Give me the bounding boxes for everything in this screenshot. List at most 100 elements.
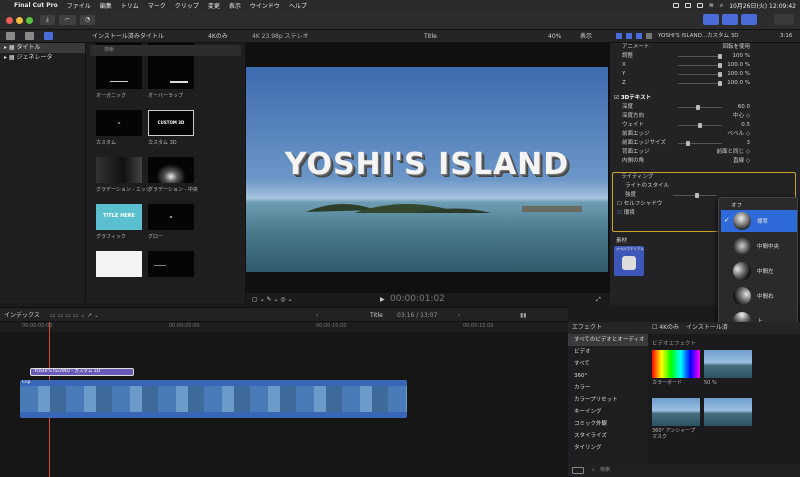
menu-item[interactable]: マーク <box>148 1 166 10</box>
browser-toggle-icon[interactable] <box>572 467 584 474</box>
menu-item[interactable]: 変更 <box>208 1 220 10</box>
inspector-toggle-button[interactable] <box>741 14 757 25</box>
inspector-row[interactable]: 深度方向 中心 ◇ <box>610 112 800 121</box>
photos-icon[interactable] <box>25 32 34 40</box>
title-thumbnail[interactable] <box>96 63 142 89</box>
battery-icon[interactable] <box>696 3 703 8</box>
zoom-menu[interactable]: 40% <box>548 30 561 43</box>
material-thumbnail[interactable]: オペルマテリアル <box>614 246 644 276</box>
effect-thumbnail[interactable] <box>704 398 752 426</box>
browser-toggle-button[interactable] <box>703 14 719 25</box>
media-icon[interactable] <box>6 32 15 40</box>
inspector-row[interactable]: アニメート 回転を使用 <box>610 43 800 52</box>
title-thumbnail[interactable] <box>96 110 142 136</box>
inspector-row[interactable]: 内側の角 直線 ◇ <box>610 157 800 166</box>
inspector-row[interactable]: 深度 60.0 <box>610 103 800 112</box>
light-menu-item[interactable]: 中間右 <box>721 285 797 307</box>
transform-icon[interactable]: ▢ ⌄ ✎ ⌄ ◎ ⌄ <box>252 296 293 303</box>
inspector-row[interactable]: Z 100.0 % <box>610 79 800 88</box>
effects-category[interactable]: カラープリセット <box>568 394 648 406</box>
inspector-row-value[interactable]: 中心 ◇ <box>733 112 750 121</box>
slider-knob[interactable] <box>696 105 700 110</box>
audio-icon[interactable]: ▮▮ <box>520 308 527 323</box>
video-frame[interactable]: YOSHI'S ISLAND <box>246 67 608 272</box>
title-thumbnail[interactable] <box>148 63 194 89</box>
title-thumbnail[interactable] <box>148 251 194 277</box>
title-thumbnail[interactable] <box>148 204 194 230</box>
light-menu-item[interactable]: 中間中央 <box>721 235 797 257</box>
light-menu-item[interactable]: 中間左 <box>721 260 797 282</box>
sidebar-item-titles[interactable]: ▸ ▦ タイトル <box>0 43 85 53</box>
effects-category[interactable]: タイリング <box>568 442 648 454</box>
sidebar-item-generators[interactable]: ▸ ▦ ジェネレータ <box>0 53 85 63</box>
menu-item[interactable]: 編集 <box>100 1 112 10</box>
effect-thumbnail[interactable] <box>704 350 752 378</box>
title-thumbnail[interactable] <box>148 157 194 183</box>
timeline-toggle-button[interactable] <box>722 14 738 25</box>
lighting-header[interactable]: ライティング <box>613 173 795 182</box>
inspector-slider[interactable] <box>678 123 722 128</box>
title-inspector-icon[interactable] <box>626 33 632 39</box>
inspector-row-value[interactable]: 前面と同じ ◇ <box>717 148 750 157</box>
slider-knob[interactable] <box>718 72 722 77</box>
effects-category[interactable]: すべてのビデオとオーディオ <box>568 334 648 346</box>
inspector-row[interactable]: 前面エッジサイズ 3 <box>610 139 800 148</box>
effects-category[interactable]: 360° <box>568 370 648 382</box>
section-3d-text[interactable]: ☑ 3Dテキスト <box>610 94 800 103</box>
inspector-slider[interactable] <box>678 81 722 86</box>
light-menu-header[interactable]: オフ <box>731 201 742 209</box>
timeline[interactable]: YOSHI'S ISLAND - カスタム 3D Clip <box>0 322 568 477</box>
inspector-row[interactable]: ウェイト 0.5 <box>610 121 800 130</box>
title-thumbnail[interactable]: TITLE HERE <box>96 204 142 230</box>
text-inspector-icon[interactable] <box>616 33 622 39</box>
clock[interactable]: 10月26日(火) 12:09:42 <box>729 1 796 10</box>
edit-tools-icon[interactable]: ▭ ▭ ▭ ▭ ⌄ ➚ ⌄ <box>50 308 99 323</box>
slider-knob[interactable] <box>718 81 722 86</box>
effects-category[interactable]: ビデオ <box>568 346 648 358</box>
effects-category[interactable]: すべて <box>568 358 648 370</box>
background-tasks-button[interactable]: ◔ <box>80 15 95 25</box>
inspector-slider[interactable] <box>678 54 722 59</box>
viewer-title-text[interactable]: YOSHI'S ISLAND <box>246 147 608 182</box>
light-style-row[interactable]: ライトのスタイル <box>613 182 795 191</box>
inspector-row[interactable]: 前面エッジ ベベル ◇ <box>610 130 800 139</box>
menu-item[interactable]: 表示 <box>229 1 241 10</box>
menu-item[interactable]: ヘルプ <box>289 1 307 10</box>
slider-knob[interactable] <box>698 123 702 128</box>
minimize-window-button[interactable] <box>16 17 23 24</box>
effects-category[interactable]: キーイング <box>568 406 648 418</box>
video-clip[interactable]: Clip <box>20 380 407 418</box>
fullscreen-icon[interactable]: ⤢ <box>596 296 601 304</box>
zoom-window-button[interactable] <box>26 17 33 24</box>
inspector-slider[interactable] <box>678 63 722 68</box>
menu-app[interactable]: Final Cut Pro <box>14 2 58 9</box>
keyword-button[interactable]: ⌐ <box>59 15 76 25</box>
slider-knob[interactable] <box>718 63 722 68</box>
timeline-ruler[interactable]: 00:00:00:00 00:00:05:00 00:00:10:00 00:00:1… <box>0 322 568 332</box>
effects-category[interactable]: カラー <box>568 382 648 394</box>
project-name[interactable]: Title <box>370 308 383 323</box>
effects-category[interactable]: コミック外観 <box>568 418 648 430</box>
effects-category[interactable]: スタイライズ <box>568 430 648 442</box>
menu-item[interactable]: トリム <box>121 1 139 10</box>
search-input[interactable]: 検索 <box>90 45 241 56</box>
view-menu[interactable]: 表示 <box>580 30 592 43</box>
title-clip[interactable]: YOSHI'S ISLAND - カスタム 3D <box>30 368 134 376</box>
filter-4k[interactable]: 4Kのみ <box>208 30 228 43</box>
info-inspector-icon[interactable] <box>646 33 652 39</box>
inspector-slider[interactable] <box>678 72 722 77</box>
inspector-row-value[interactable]: 回転を使用 <box>722 43 750 52</box>
inspector-row[interactable]: 背面エッジ 前面と同じ ◇ <box>610 148 800 157</box>
effects-search-input[interactable]: 検索 <box>600 464 610 477</box>
light-menu-item[interactable]: ✓ 標準 <box>721 210 797 232</box>
back-icon[interactable]: ‹ <box>316 308 318 323</box>
menu-item[interactable]: ウインドウ <box>250 1 280 10</box>
effect-thumbnail[interactable] <box>652 350 700 378</box>
forward-icon[interactable]: › <box>458 308 460 323</box>
status-icon[interactable] <box>672 3 679 8</box>
title-thumbnail[interactable] <box>96 251 142 277</box>
inspector-row[interactable]: Y 100.0 % <box>610 70 800 79</box>
menu-item[interactable]: ファイル <box>67 1 91 10</box>
effect-thumbnail[interactable] <box>652 398 700 426</box>
effects-filter-4k[interactable]: ☐ 4Kのみ <box>652 322 679 334</box>
